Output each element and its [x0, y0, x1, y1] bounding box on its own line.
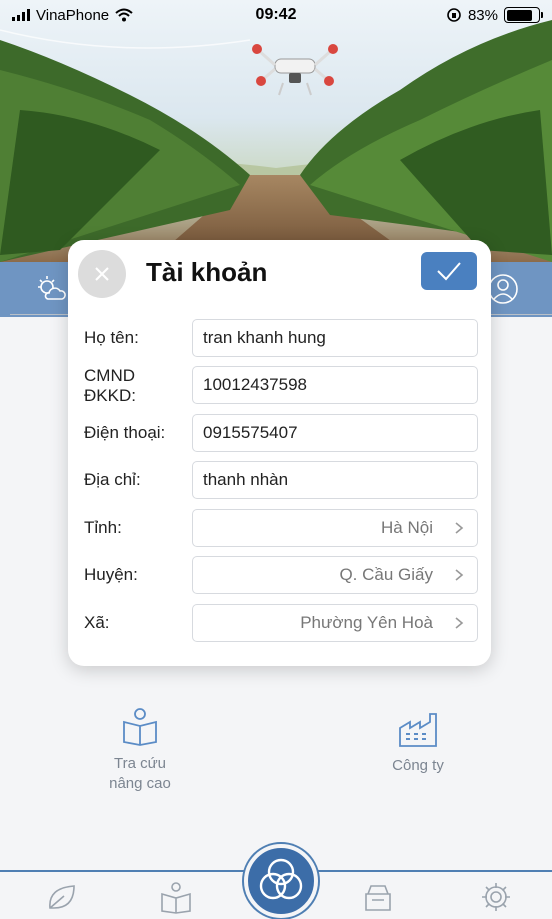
close-icon	[95, 267, 109, 281]
ward-select[interactable]: Phường Yên Hoà	[192, 604, 478, 642]
weather-icon[interactable]	[34, 272, 68, 306]
leaf-icon[interactable]	[44, 880, 80, 914]
tile-advanced-search-label: Tra cứu nâng cao	[109, 755, 171, 792]
province-select[interactable]: Hà Nội	[192, 509, 478, 547]
form-row-address: Địa chỉ: thanh nhàn	[68, 461, 491, 499]
tile-advanced-search[interactable]: Tra cứu nâng cao	[90, 706, 190, 794]
ward-label: Xã:	[84, 613, 110, 632]
profile-icon[interactable]	[486, 272, 520, 306]
battery-percent: 83%	[467, 6, 498, 24]
gear-icon[interactable]	[478, 880, 514, 914]
orientation-lock-icon	[447, 8, 461, 22]
chevron-right-icon	[455, 617, 464, 629]
address-field[interactable]: thanh nhàn	[192, 461, 478, 499]
center-home-button[interactable]	[244, 844, 318, 918]
wifi-icon	[115, 8, 133, 22]
logo-icon	[259, 858, 303, 900]
vineyard-illustration	[0, 20, 552, 262]
id-label: CMND ĐKKD:	[84, 366, 136, 405]
archive-box-icon[interactable]	[360, 880, 396, 914]
battery-icon	[504, 7, 543, 23]
district-label: Huyện:	[84, 565, 138, 584]
address-label: Địa chỉ:	[84, 470, 141, 489]
tile-company-label: Công ty	[392, 757, 444, 774]
phone-label: Điện thoại:	[84, 423, 166, 442]
carrier-name: VinaPhone	[36, 6, 110, 24]
tile-company[interactable]: Công ty	[368, 708, 468, 776]
name-label: Họ tên:	[84, 328, 139, 347]
clock: 09:42	[255, 6, 297, 23]
factory-icon	[399, 713, 437, 747]
confirm-button[interactable]	[421, 252, 477, 290]
checkmark-icon	[437, 262, 461, 281]
hero-image	[0, 0, 552, 262]
chevron-right-icon	[455, 522, 464, 534]
status-bar: VinaPhone 09:42 83%	[0, 0, 552, 30]
province-value: Hà Nội	[381, 518, 433, 537]
id-number-field[interactable]: 10012437598	[192, 366, 478, 404]
form-row-province: Tỉnh: Hà Nội	[68, 509, 491, 547]
name-field[interactable]: tran khanh hung	[192, 319, 478, 357]
ward-value: Phường Yên Hoà	[300, 613, 433, 632]
district-select[interactable]: Q. Cầu Giấy	[192, 556, 478, 594]
signal-icon	[12, 9, 30, 21]
battery-level	[506, 9, 533, 21]
form-row-id: CMND ĐKKD: 10012437598	[68, 366, 491, 405]
dialog-title: Tài khoản	[146, 257, 268, 287]
province-label: Tỉnh:	[84, 518, 122, 537]
account-dialog: Tài khoản Họ tên: tran khanh hung CMND Đ…	[68, 240, 491, 666]
phone-field[interactable]: 0915575407	[192, 414, 478, 452]
book-reader-tab-icon[interactable]	[158, 880, 194, 914]
form-row-ward: Xã: Phường Yên Hoà	[68, 604, 491, 642]
bottom-tab-bar	[0, 844, 552, 919]
district-value: Q. Cầu Giấy	[339, 565, 433, 584]
form-row-name: Họ tên: tran khanh hung	[68, 319, 491, 357]
form-row-phone: Điện thoại: 0915575407	[68, 414, 491, 452]
book-reader-icon	[123, 708, 157, 746]
chevron-right-icon	[455, 569, 464, 581]
form-row-district: Huyện: Q. Cầu Giấy	[68, 556, 491, 594]
close-button[interactable]	[78, 250, 126, 298]
